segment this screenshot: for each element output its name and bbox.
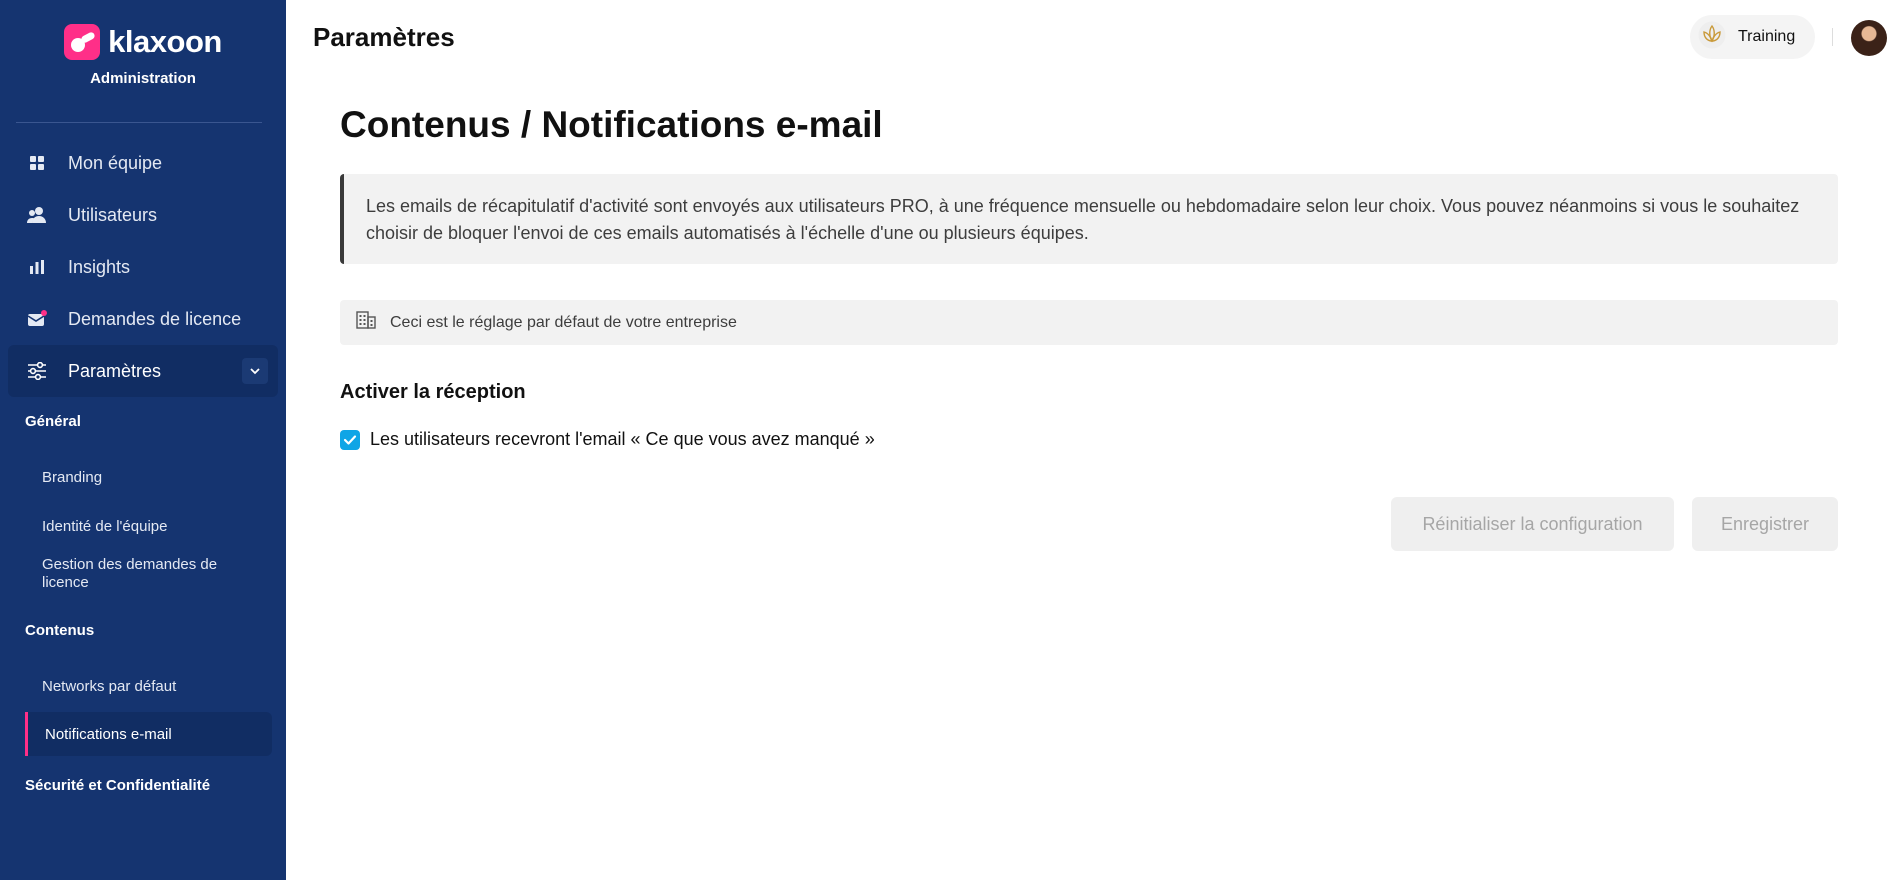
avatar[interactable] [1851,20,1887,56]
email-opt-in-row[interactable]: Les utilisateurs recevront l'email « Ce … [340,429,875,450]
sidebar-nav: Mon équipe Utilisateurs Insights Demande… [0,137,286,397]
default-setting-text: Ceci est le réglage par défaut de votre … [390,313,737,331]
lotus-icon [1698,21,1726,54]
grid-icon [26,152,48,174]
sidebar-item-label: Mon équipe [68,152,163,173]
klaxoon-logo-icon [64,24,101,60]
sidebar-subitem-gestion-demandes[interactable]: Gestion des demandes de licence [0,556,286,592]
default-setting-note: Ceci est le réglage par défaut de votre … [340,300,1838,345]
sidebar-divider [16,122,262,123]
email-opt-in-checkbox[interactable] [340,429,360,450]
save-button[interactable]: Enregistrer [1692,497,1838,551]
sidebar-item-label: Utilisateurs [68,204,158,225]
sidebar-item-label: Insights [68,256,131,277]
sidebar-item-mon-equipe[interactable]: Mon équipe [8,137,278,189]
reset-configuration-button[interactable]: Réinitialiser la configuration [1391,497,1674,551]
brand-subtitle: Administration [90,70,196,87]
info-text-line-1: Les emails de récapitulatif d'activité s… [366,196,1800,216]
info-text-line-2: choisir de bloquer l'envoi de ces emails… [366,223,1089,243]
sidebar: klaxoon Administration Mon équipe Utilis… [0,0,286,880]
header-title: Paramètres [313,22,455,52]
sidebar-item-insights[interactable]: Insights [8,241,278,293]
sidebar-subitem-identite-equipe[interactable]: Identité de l'équipe [0,518,286,535]
page-title: Contenus / Notifications e-mail [340,104,883,145]
sidebar-subitem-networks-par-defaut[interactable]: Networks par défaut [0,678,286,695]
section-title-securite: Sécurité et Confidentialité [25,777,211,794]
brand-name: klaxoon [108,24,222,59]
mail-icon [26,308,48,330]
sidebar-item-demandes-de-licence[interactable]: Demandes de licence [8,293,278,345]
brand-header: klaxoon Administration [0,0,286,122]
email-opt-in-label: Les utilisateurs recevront l'email « Ce … [370,429,875,449]
sidebar-item-label: Demandes de licence [68,308,242,329]
users-icon [26,204,48,226]
workspace-label: Training [1738,28,1796,45]
sidebar-item-utilisateurs[interactable]: Utilisateurs [8,189,278,241]
bar-chart-icon [26,256,48,278]
section-heading: Activer la réception [340,381,526,403]
header-divider [1832,28,1833,46]
sliders-icon [26,360,48,382]
sidebar-subitem-notifications-email[interactable]: Notifications e-mail [25,712,272,756]
klaxoon-logo[interactable]: klaxoon [64,24,222,60]
info-callout: Les emails de récapitulatif d'activité s… [340,174,1838,264]
section-title-contenus: Contenus [25,622,95,639]
section-title-general: Général [25,413,81,430]
check-icon [343,434,357,445]
chevron-down-icon[interactable] [242,358,268,384]
building-icon [356,311,376,334]
sidebar-item-label: Paramètres [68,360,162,381]
sidebar-item-parametres[interactable]: Paramètres [8,345,278,397]
sidebar-subitem-branding[interactable]: Branding [0,469,286,486]
workspace-switcher[interactable]: Training [1690,15,1815,59]
